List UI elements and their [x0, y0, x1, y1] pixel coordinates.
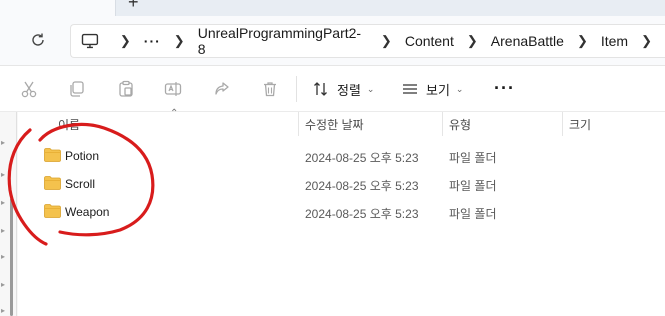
- active-tab[interactable]: [0, 0, 116, 16]
- copy-icon[interactable]: [68, 80, 86, 98]
- view-label: 보기: [426, 82, 450, 98]
- paste-icon[interactable]: [117, 80, 135, 98]
- expand-arrow-icon[interactable]: ▸: [1, 252, 5, 261]
- tab-strip: +: [0, 0, 665, 16]
- file-row-weapon[interactable]: Weapon 2024-08-25 오후 5:23 파일 폴더: [40, 198, 665, 226]
- column-header-name-label: 이름: [58, 117, 81, 132]
- file-name[interactable]: Weapon: [65, 205, 109, 219]
- chevron-down-icon: ⌄: [366, 83, 375, 94]
- sort-button[interactable]: 정렬 ⌄: [313, 78, 374, 100]
- expand-arrow-icon[interactable]: ▸: [1, 306, 5, 315]
- chevron-down-icon: ⌄: [455, 83, 464, 94]
- file-row-potion[interactable]: Potion 2024-08-25 오후 5:23 파일 폴더: [40, 142, 665, 170]
- breadcrumb-item-item[interactable]: Item: [601, 33, 628, 49]
- file-type: 파일 폴더: [449, 179, 497, 193]
- breadcrumb-item-content[interactable]: Content: [405, 33, 454, 49]
- file-type: 파일 폴더: [449, 151, 497, 165]
- column-header-size-label: 크기: [569, 117, 592, 132]
- breadcrumb-overflow-button[interactable]: ···: [144, 33, 161, 49]
- breadcrumb-item-arenabattle[interactable]: ArenaBattle: [491, 33, 564, 49]
- chevron-right-icon[interactable]: ❯: [577, 33, 588, 49]
- chevron-right-icon[interactable]: ❯: [467, 33, 478, 49]
- breadcrumb-item-project[interactable]: UnrealProgrammingPart2-8: [198, 25, 368, 57]
- column-header-modified[interactable]: 수정한 날짜: [299, 112, 441, 136]
- delete-icon[interactable]: [261, 80, 279, 98]
- view-list-icon: [403, 84, 417, 94]
- sort-ascending-icon: ⌃: [170, 108, 179, 119]
- refresh-icon[interactable]: [28, 30, 48, 50]
- address-bar-row: ❯ ··· ❯ UnrealProgrammingPart2-8 ❯ Conte…: [0, 16, 665, 66]
- chevron-right-icon[interactable]: ❯: [641, 33, 652, 49]
- column-header-type[interactable]: 유형: [443, 112, 561, 136]
- chevron-right-icon[interactable]: ❯: [174, 33, 185, 49]
- column-header-modified-label: 수정한 날짜: [305, 117, 364, 132]
- file-modified-date: 2024-08-25 오후 5:23: [305, 151, 419, 165]
- command-bar: 정렬 ⌄ 보기 ⌄ ···: [0, 66, 665, 112]
- expand-arrow-icon[interactable]: ▸: [1, 170, 5, 179]
- file-type: 파일 폴더: [449, 207, 497, 221]
- file-modified-date: 2024-08-25 오후 5:23: [305, 207, 419, 221]
- share-icon[interactable]: [213, 80, 231, 98]
- expand-arrow-icon[interactable]: ▸: [1, 280, 5, 289]
- column-header-type-label: 유형: [449, 117, 472, 132]
- new-tab-button[interactable]: +: [128, 0, 139, 11]
- folder-icon: [44, 176, 61, 190]
- sort-label: 정렬: [337, 82, 361, 98]
- nav-scrollbar[interactable]: [10, 198, 13, 316]
- cut-icon[interactable]: [20, 80, 38, 98]
- file-row-scroll[interactable]: Scroll 2024-08-25 오후 5:23 파일 폴더: [40, 170, 665, 198]
- file-modified-date: 2024-08-25 오후 5:23: [305, 179, 419, 193]
- file-name[interactable]: Potion: [65, 149, 99, 163]
- toolbar-divider: [296, 76, 297, 102]
- file-name[interactable]: Scroll: [65, 177, 95, 191]
- folder-icon: [44, 148, 61, 162]
- chevron-right-icon[interactable]: ❯: [381, 33, 392, 49]
- breadcrumb[interactable]: ❯ ··· ❯ UnrealProgrammingPart2-8 ❯ Conte…: [70, 24, 665, 58]
- sort-icon: [314, 82, 327, 96]
- pane-divider[interactable]: [16, 112, 17, 316]
- this-pc-icon[interactable]: [81, 33, 99, 49]
- rename-icon[interactable]: [164, 80, 182, 98]
- expand-arrow-icon[interactable]: ▸: [1, 198, 5, 207]
- view-button[interactable]: 보기 ⌄: [402, 78, 463, 100]
- column-header-size[interactable]: 크기: [563, 112, 663, 136]
- folder-icon: [44, 204, 61, 218]
- expand-arrow-icon[interactable]: ▸: [1, 226, 5, 235]
- see-more-button[interactable]: ···: [494, 78, 515, 99]
- chevron-right-icon[interactable]: ❯: [120, 33, 131, 49]
- expand-arrow-icon[interactable]: ▸: [1, 138, 5, 147]
